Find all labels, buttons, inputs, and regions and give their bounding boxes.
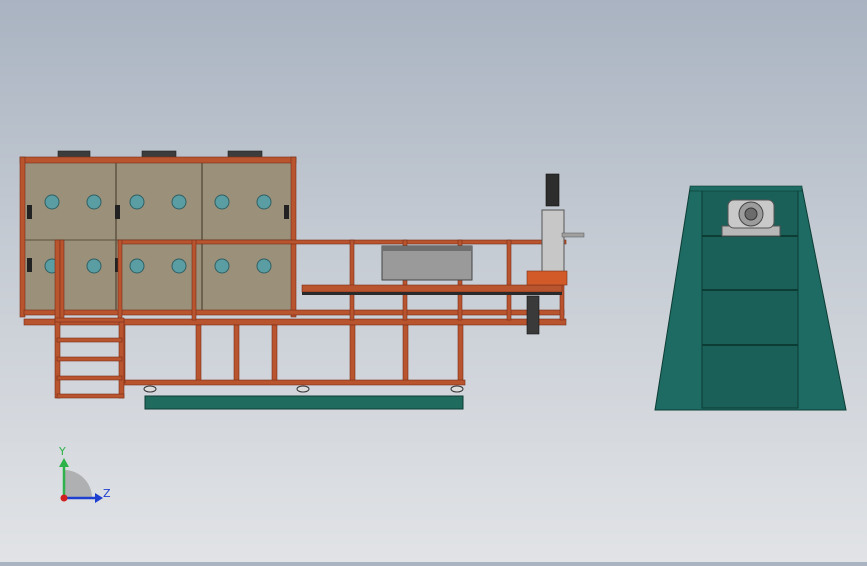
housing-assembly — [654, 185, 847, 411]
hopper — [301, 245, 563, 295]
z-axis-label: Z — [103, 487, 111, 500]
x-axis-dot — [60, 494, 68, 502]
cad-viewport[interactable]: Y Z — [0, 0, 867, 562]
assembly-drawing: Y Z — [19, 150, 847, 503]
coordinate-triad: Y Z — [58, 445, 111, 503]
bearing-block — [721, 199, 781, 237]
caster-wheels — [143, 385, 464, 393]
y-axis-label: Y — [58, 445, 66, 458]
base-plate — [144, 395, 464, 410]
